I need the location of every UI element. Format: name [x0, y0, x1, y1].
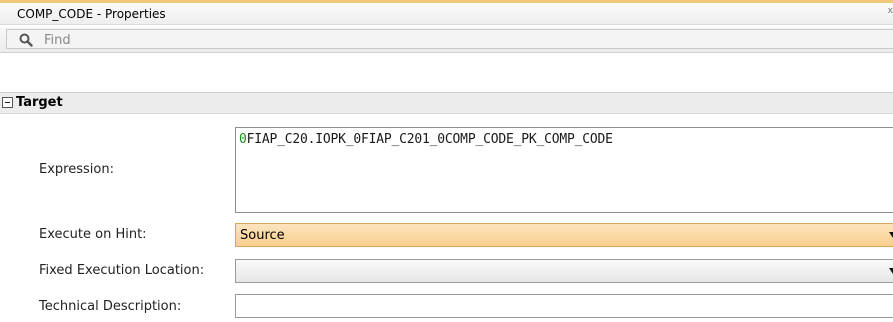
- properties-window: COMP_CODE - Properties x Find Target Exp…: [0, 0, 893, 322]
- fixed-execution-location-label: Fixed Execution Location:: [39, 263, 205, 278]
- fixed-execution-location-dropdown[interactable]: [235, 259, 893, 283]
- chevron-down-icon[interactable]: [889, 268, 893, 274]
- technical-description-field[interactable]: [235, 294, 893, 318]
- expression-value-rest: FIAP_C20.IOPK_0FIAP_C201_0COMP_CODE_PK_C…: [246, 132, 613, 147]
- expression-value: 0FIAP_C20.IOPK_0FIAP_C201_0COMP_CODE_PK_…: [239, 132, 613, 147]
- expression-value-first-char: 0: [239, 132, 247, 147]
- collapse-icon[interactable]: [2, 97, 13, 108]
- technical-description-label: Technical Description:: [39, 299, 182, 314]
- title-bar: COMP_CODE - Properties x: [0, 3, 893, 25]
- find-bar: Find: [0, 27, 893, 53]
- window-title: COMP_CODE - Properties: [17, 7, 166, 21]
- search-icon: [19, 33, 33, 47]
- expression-label: Expression:: [39, 162, 114, 177]
- find-input[interactable]: Find: [6, 29, 893, 49]
- execute-on-hint-label: Execute on Hint:: [39, 227, 147, 242]
- chevron-down-icon[interactable]: [889, 232, 893, 238]
- expression-field[interactable]: 0FIAP_C20.IOPK_0FIAP_C201_0COMP_CODE_PK_…: [235, 127, 893, 213]
- close-icon[interactable]: x: [888, 6, 893, 16]
- execute-on-hint-value: Source: [240, 228, 285, 243]
- target-section-header[interactable]: Target: [0, 92, 893, 114]
- execute-on-hint-dropdown[interactable]: Source: [235, 223, 893, 247]
- section-title: Target: [16, 95, 63, 110]
- find-placeholder: Find: [44, 33, 71, 48]
